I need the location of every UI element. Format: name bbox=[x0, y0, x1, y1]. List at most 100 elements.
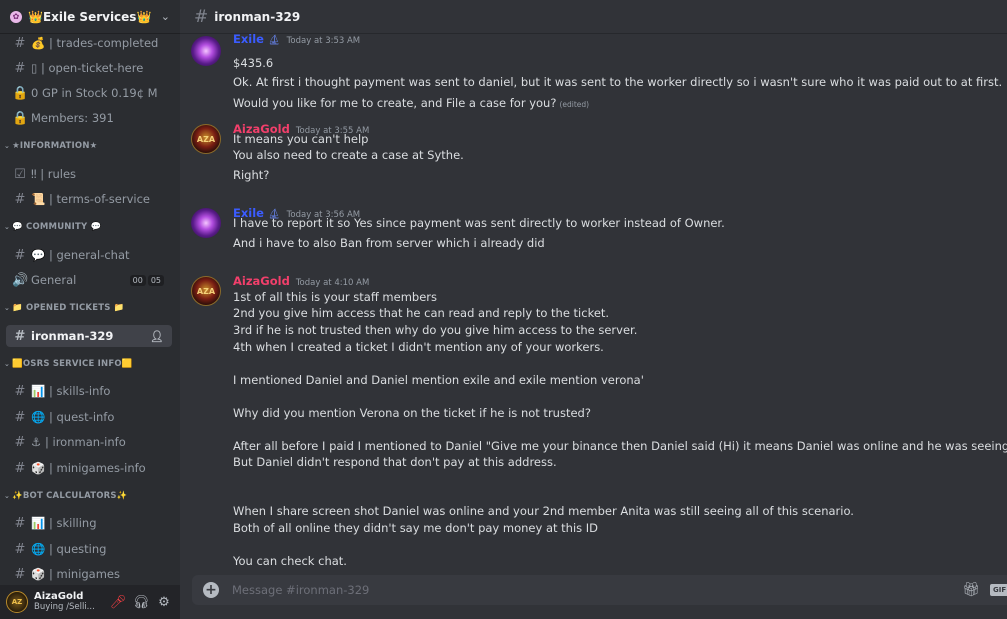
channel-item[interactable]: # ▯ | open-ticket-here bbox=[6, 57, 172, 79]
channel-label: 📊 | skilling bbox=[31, 516, 97, 530]
message-line: When I share screen shot Daniel was onli… bbox=[233, 504, 854, 518]
category-label: 💬 COMMUNITY 💬 bbox=[12, 222, 102, 232]
message-text: Ok. At first i thought payment was sent … bbox=[233, 75, 1003, 89]
channel-label: 0 GP in Stock 0.19¢ M bbox=[31, 86, 158, 100]
message-text: When I share screen shot Daniel was onli… bbox=[233, 504, 854, 518]
chevron-down-icon: ⌄ bbox=[4, 304, 11, 312]
hash-icon: # bbox=[14, 35, 26, 51]
channel-item[interactable]: # 📊 | skilling bbox=[6, 512, 172, 534]
message-text: And i have to also Ban from server which… bbox=[233, 236, 545, 250]
count-badge: 05 bbox=[147, 274, 164, 286]
channel-item[interactable]: # 🌐 | quest-info bbox=[6, 406, 172, 428]
channel-category[interactable]: ⌄ 💬 COMMUNITY 💬 bbox=[4, 222, 101, 232]
channel-category[interactable]: ⌄ ✨BOT CALCULATORS✨ bbox=[4, 491, 128, 501]
avatar[interactable] bbox=[191, 36, 221, 66]
channel-item[interactable]: ☑ ‼ | rules bbox=[6, 163, 172, 185]
message-line: After all before I paid I mentioned to D… bbox=[233, 439, 1007, 453]
message-text: After all before I paid I mentioned to D… bbox=[233, 439, 1007, 453]
category-label: ✨BOT CALCULATORS✨ bbox=[12, 491, 128, 501]
channel-label: 🎲 | minigames-info bbox=[31, 461, 146, 475]
message-line: I have to report it so Yes since payment… bbox=[233, 216, 725, 230]
channel-item[interactable]: 🔒 0 GP in Stock 0.19¢ M bbox=[6, 82, 172, 104]
message-line: 3rd if he is not trusted then why do you… bbox=[233, 323, 637, 337]
avatar[interactable]: AZ bbox=[6, 591, 28, 613]
channel-label: Members: 391 bbox=[31, 111, 114, 125]
avatar[interactable]: AZA bbox=[191, 124, 221, 154]
rules-icon: ☑ bbox=[14, 166, 26, 182]
message-composer: + Message #ironman-329 🎁︎ GIF bbox=[192, 575, 1007, 605]
chevron-down-icon[interactable]: ⌄ bbox=[161, 10, 170, 23]
message-text: 4th when I created a ticket I didn't men… bbox=[233, 340, 604, 354]
channel-item[interactable]: 🔒 Members: 391 bbox=[6, 107, 172, 129]
user-info[interactable]: AizaGold Buying /Selli... bbox=[34, 591, 105, 613]
voice-channel[interactable]: 🔊 General 00 05 bbox=[6, 269, 172, 291]
hash-icon: # bbox=[14, 566, 26, 582]
message-text: 1st of all this is your staff members bbox=[233, 290, 438, 304]
hash-icon: # bbox=[14, 541, 26, 557]
channel-label: ▯ | open-ticket-here bbox=[31, 61, 144, 75]
channel-sidebar: ✿ 👑Exile Services👑 ⌄ # 💰 | trades-complet… bbox=[0, 0, 180, 619]
channel-label: ⚓ | ironman-info bbox=[31, 435, 126, 449]
hash-icon: # bbox=[14, 409, 26, 425]
message-text: Both of all online they didn't say me do… bbox=[233, 521, 599, 535]
hash-icon: # bbox=[14, 434, 26, 450]
add-attachment-button[interactable]: + bbox=[203, 582, 219, 598]
channel-item[interactable]: # 📜 | terms-of-service bbox=[6, 188, 172, 210]
message-list: Exile ⛵︎ Today at 3:53 AM $435.6 Ok. At firs… bbox=[180, 34, 1007, 569]
user-status: Buying /Selli... bbox=[34, 602, 95, 612]
chevron-down-icon: ⌄ bbox=[4, 492, 11, 500]
message-line: You can check chat. bbox=[233, 554, 347, 568]
message-timestamp: Today at 3:53 AM bbox=[286, 36, 361, 46]
hash-icon: # bbox=[14, 328, 26, 344]
message-text: But Daniel didn't respond that don't pay… bbox=[233, 455, 557, 469]
message-author[interactable]: Exile bbox=[233, 34, 264, 46]
user-panel: AZ AizaGold Buying /Selli... 🎤︎ 🎧︎ ⚙ bbox=[0, 585, 180, 619]
message-text: You can check chat. bbox=[233, 554, 347, 568]
message-line: You also need to create a case at Sythe. bbox=[233, 148, 464, 162]
chat-area: # ironman-329 Exile ⛵︎ Today at 3:53 AM $43… bbox=[180, 0, 1007, 619]
user-name: AizaGold bbox=[34, 591, 84, 602]
message-input[interactable]: Message #ironman-329 bbox=[232, 583, 1007, 597]
gear-icon[interactable]: ⚙ bbox=[154, 595, 174, 610]
message-line: Both of all online they didn't say me do… bbox=[233, 521, 598, 535]
server-icon: ✿ bbox=[10, 10, 22, 23]
message-line: Why did you mention Verona on the ticket… bbox=[233, 406, 591, 420]
channel-label: 💰 | trades-completed bbox=[31, 36, 159, 50]
message-author[interactable]: AizaGold bbox=[233, 274, 290, 288]
channel-category[interactable]: ⌄ 🟨OSRS SERVICE INFO🟨 bbox=[4, 359, 133, 369]
hash-icon: # bbox=[194, 6, 209, 27]
channel-list: # 💰 | trades-completed # ▯ | open-ticket-he… bbox=[0, 34, 180, 585]
gift-icon[interactable]: 🎁︎ bbox=[962, 582, 980, 598]
channel-item[interactable]: # 🌐 | questing bbox=[6, 538, 172, 560]
channel-item[interactable]: # 📊 | skills-info bbox=[6, 380, 172, 402]
message-text: 2nd you give him access that he can read… bbox=[233, 306, 610, 320]
gif-button[interactable]: GIF bbox=[990, 584, 1007, 596]
channel-category[interactable]: ⌄ ★INFORMATION★ bbox=[4, 141, 97, 151]
microphone-muted-icon[interactable]: 🎤︎ bbox=[108, 595, 128, 610]
channel-item[interactable]: # ⚓ | ironman-info bbox=[6, 431, 172, 453]
avatar[interactable] bbox=[191, 208, 221, 238]
message-text: You also need to create a case at Sythe. bbox=[233, 148, 464, 162]
channel-item[interactable]: # 🎲 | minigames-info bbox=[6, 457, 172, 479]
message-text: Would you like for me to create, and Fil… bbox=[233, 96, 557, 110]
channel-label: 💬 | general-chat bbox=[31, 248, 130, 262]
category-label: 🟨OSRS SERVICE INFO🟨 bbox=[12, 359, 133, 369]
channel-item[interactable]: # ironman-329 👤︎ bbox=[6, 325, 172, 347]
channel-label: ‼ | rules bbox=[31, 167, 77, 181]
headphones-icon[interactable]: 🎧︎ bbox=[131, 595, 151, 610]
lock-icon: 🔒 bbox=[12, 85, 29, 101]
message-line: 4th when I created a ticket I didn't men… bbox=[233, 340, 604, 354]
edited-label: (edited) bbox=[559, 100, 590, 109]
invite-member-icon[interactable]: 👤︎ bbox=[150, 330, 164, 343]
chevron-down-icon: ⌄ bbox=[4, 223, 11, 231]
channel-item[interactable]: # 💬 | general-chat bbox=[6, 244, 172, 266]
channel-label: 🎲 | minigames bbox=[31, 567, 121, 581]
channel-item[interactable]: # 💰 | trades-completed bbox=[6, 34, 172, 54]
speaker-icon: 🔊 bbox=[12, 272, 29, 288]
channel-item[interactable]: # 🎲 | minigames bbox=[6, 563, 172, 585]
channel-category[interactable]: ⌄ 📁 OPENED TICKETS 📁 bbox=[4, 303, 124, 313]
category-label: ★INFORMATION★ bbox=[12, 141, 98, 151]
channel-header: # ironman-329 bbox=[180, 0, 1007, 34]
server-header[interactable]: ✿ 👑Exile Services👑 ⌄ bbox=[0, 0, 180, 34]
avatar[interactable]: AZA bbox=[191, 276, 221, 306]
